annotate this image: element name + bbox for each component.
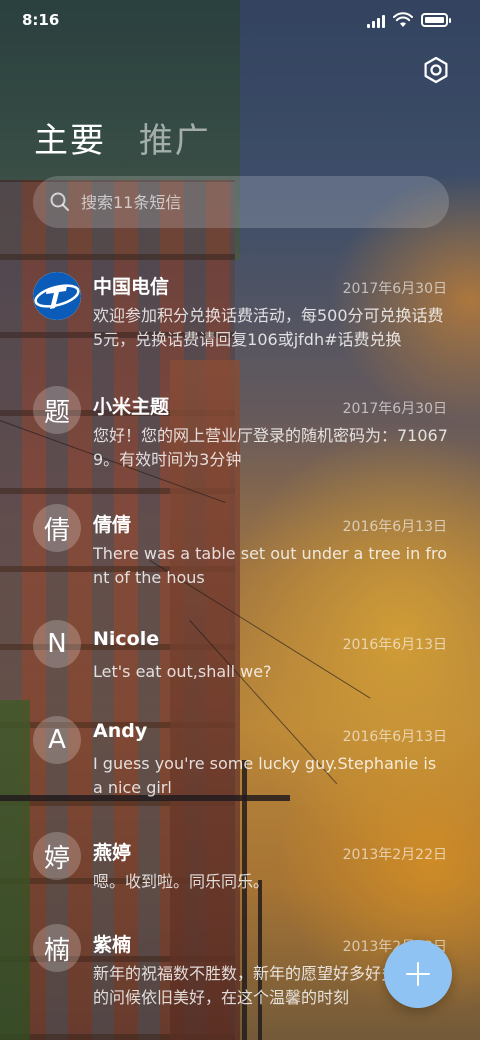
- search-input[interactable]: [81, 176, 421, 228]
- contact-avatar: 倩: [33, 504, 81, 552]
- tab-promotions[interactable]: 推广: [139, 113, 211, 162]
- contact-avatar: A: [33, 716, 81, 764]
- contact-name: 倩倩: [93, 514, 132, 536]
- conversation-item[interactable]: 倩 倩倩 2016年6月13日 There was a table set ou…: [0, 500, 480, 610]
- conversation-item[interactable]: 婷 燕婷 2013年2月22日 嗯。收到啦。同乐同乐。: [0, 828, 480, 918]
- message-preview: There was a table set out under a tree i…: [93, 544, 447, 587]
- message-date: 2016年6月13日: [342, 729, 447, 745]
- message-date: 2017年6月30日: [342, 401, 447, 417]
- tab-primary[interactable]: 主要: [34, 113, 106, 162]
- contact-avatar: 题: [33, 386, 81, 434]
- contact-name: Andy: [93, 720, 148, 742]
- contact-avatar: 婷: [33, 832, 81, 880]
- status-time: 8:16: [22, 11, 60, 29]
- conversation-item[interactable]: A Andy 2016年6月13日 I guess you're some lu…: [0, 710, 480, 820]
- contact-name: Nicole: [93, 628, 160, 650]
- search-icon: [50, 192, 69, 211]
- message-preview: Let's eat out,shall we?: [93, 662, 272, 681]
- wifi-icon: [393, 12, 413, 27]
- message-preview: I guess you're some lucky guy.Stephanie …: [93, 754, 437, 797]
- cellular-signal-icon: [367, 14, 389, 28]
- settings-gear-icon[interactable]: [420, 54, 452, 86]
- message-preview: 您好！您的网上营业厅登录的随机密码为：710679。有效时间为3分钟: [93, 426, 448, 469]
- status-bar: 8:16: [0, 0, 480, 42]
- contact-name: 中国电信: [93, 276, 170, 298]
- contact-name: 燕婷: [93, 842, 132, 864]
- conversation-item[interactable]: 题 小米主题 2017年6月30日 您好！您的网上营业厅登录的随机密码为：710…: [0, 382, 480, 492]
- china-telecom-logo-icon: [33, 272, 81, 320]
- search-bar[interactable]: [33, 176, 449, 228]
- tab-bar: 主要 推广: [34, 113, 231, 162]
- battery-icon: [421, 13, 451, 27]
- message-preview: 嗯。收到啦。同乐同乐。: [93, 872, 270, 891]
- contact-avatar: 楠: [33, 924, 81, 972]
- contact-avatar: N: [33, 620, 81, 668]
- message-date: 2016年6月13日: [342, 637, 447, 653]
- contact-name: 小米主题: [93, 396, 170, 418]
- message-date: 2016年6月13日: [342, 519, 447, 535]
- message-preview: 欢迎参加积分兑换话费活动，每500分可兑换话费5元，兑换话费请回复106或jfd…: [93, 306, 444, 349]
- contact-name: 紫楠: [93, 934, 132, 956]
- conversation-item[interactable]: N Nicole 2016年6月13日 Let's eat out,shall …: [0, 618, 480, 708]
- message-date: 2017年6月30日: [342, 281, 447, 297]
- compose-button[interactable]: [384, 940, 452, 1008]
- conversation-item[interactable]: 中国电信 2017年6月30日 欢迎参加积分兑换话费活动，每500分可兑换话费5…: [0, 262, 480, 372]
- message-date: 2013年2月22日: [342, 847, 447, 863]
